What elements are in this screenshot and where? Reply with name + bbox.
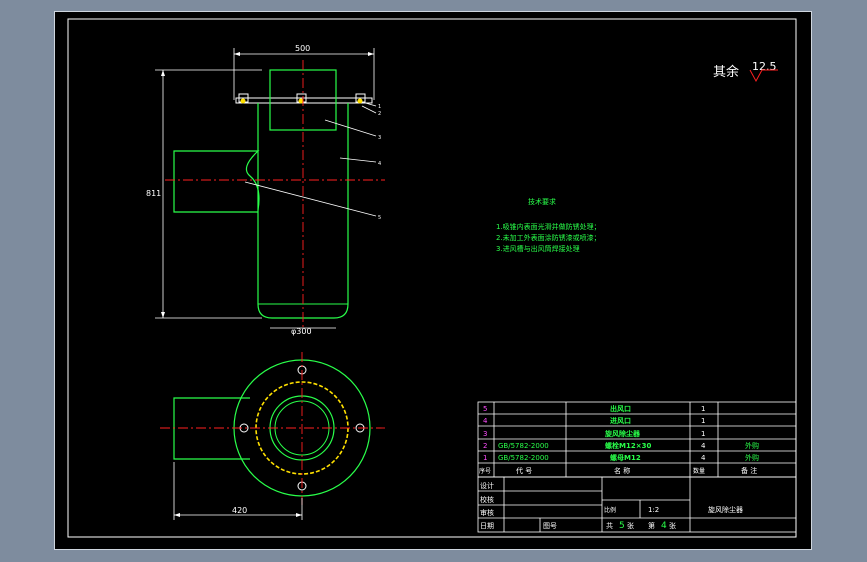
svg-text:GB/5782-2000: GB/5782-2000 (498, 454, 549, 462)
callout-2: 2 (378, 111, 381, 117)
svg-text:进风口: 进风口 (610, 416, 631, 425)
callout-5: 5 (378, 215, 381, 221)
svg-text:4: 4 (661, 521, 667, 531)
tb-label-check: 校核 (480, 495, 494, 504)
tb-drawing-name: 旋风除尘器 (708, 505, 743, 514)
svg-text:外购: 外购 (745, 441, 759, 450)
svg-text:1: 1 (701, 430, 705, 438)
svg-text:名 称: 名 称 (614, 466, 630, 475)
svg-text:2: 2 (483, 442, 487, 450)
bom-row-5: 5 出风口 1 (483, 404, 705, 413)
bom-header: 序号 代 号 名 称 数量 备 注 (479, 466, 757, 475)
dim-width-420: 420 (232, 506, 247, 515)
svg-text:1: 1 (483, 454, 487, 462)
svg-text:5: 5 (619, 521, 625, 531)
tb-label-code: 图号 (543, 522, 557, 530)
tb-sheet-count: 共 5 张 第 4 张 (606, 521, 676, 531)
svg-text:张: 张 (669, 521, 676, 530)
svg-text:旋风除尘器: 旋风除尘器 (604, 429, 641, 438)
svg-text:1: 1 (701, 405, 705, 413)
svg-text:出风口: 出风口 (610, 404, 631, 413)
svg-text:张: 张 (627, 521, 634, 530)
svg-text:3: 3 (483, 430, 487, 438)
svg-text:4: 4 (701, 442, 706, 450)
svg-text:4: 4 (483, 417, 488, 425)
callout-3: 3 (378, 135, 381, 141)
svg-text:数量: 数量 (693, 467, 705, 475)
cad-drawing: 500 811 φ300 1 2 3 4 5 420 其余 12.5 技术要求 … (67, 18, 797, 538)
svg-text:4: 4 (701, 454, 706, 462)
tb-label-date: 日期 (480, 522, 494, 530)
svg-text:5: 5 (483, 405, 487, 413)
tech-notes-title: 技术要求 (528, 197, 556, 206)
callout-4: 4 (378, 161, 381, 167)
svg-text:外购: 外购 (745, 453, 759, 462)
dim-diameter: φ300 (291, 327, 312, 336)
svg-text:1: 1 (701, 417, 705, 425)
tb-label-review: 审核 (480, 508, 494, 517)
svg-text:序号: 序号 (479, 467, 491, 475)
tech-note-3: 3.进风槽与出风筒焊接处理 (496, 244, 580, 253)
tb-scale-value: 1:2 (648, 506, 659, 514)
svg-text:代 号: 代 号 (516, 466, 532, 475)
top-view (160, 352, 385, 520)
dim-height-811: 811 (146, 189, 161, 198)
roughness-prefix: 其余 (713, 64, 739, 80)
svg-text:备 注: 备 注 (741, 466, 757, 475)
svg-text:共: 共 (606, 521, 613, 530)
tb-scale-label: 比例 (604, 506, 616, 514)
front-view (155, 48, 385, 330)
callout-1: 1 (378, 104, 381, 110)
tech-note-2: 2.未加工外表面涂防锈漆或喷漆； (496, 233, 601, 242)
bom-row-4: 4 进风口 1 (483, 416, 705, 425)
tb-label-design: 设计 (480, 481, 494, 490)
dim-width-500: 500 (295, 44, 310, 53)
svg-text:螺栓M12×30: 螺栓M12×30 (605, 441, 651, 450)
svg-text:第: 第 (648, 521, 655, 530)
tech-note-1: 1.吸锥内表面光滑并做防锈处理； (496, 222, 601, 231)
bom-row-3: 3 旋风除尘器 1 (483, 429, 705, 438)
svg-text:GB/5782-2000: GB/5782-2000 (498, 442, 549, 450)
svg-text:螺母M12: 螺母M12 (610, 453, 641, 462)
roughness-value: 12.5 (752, 60, 777, 73)
